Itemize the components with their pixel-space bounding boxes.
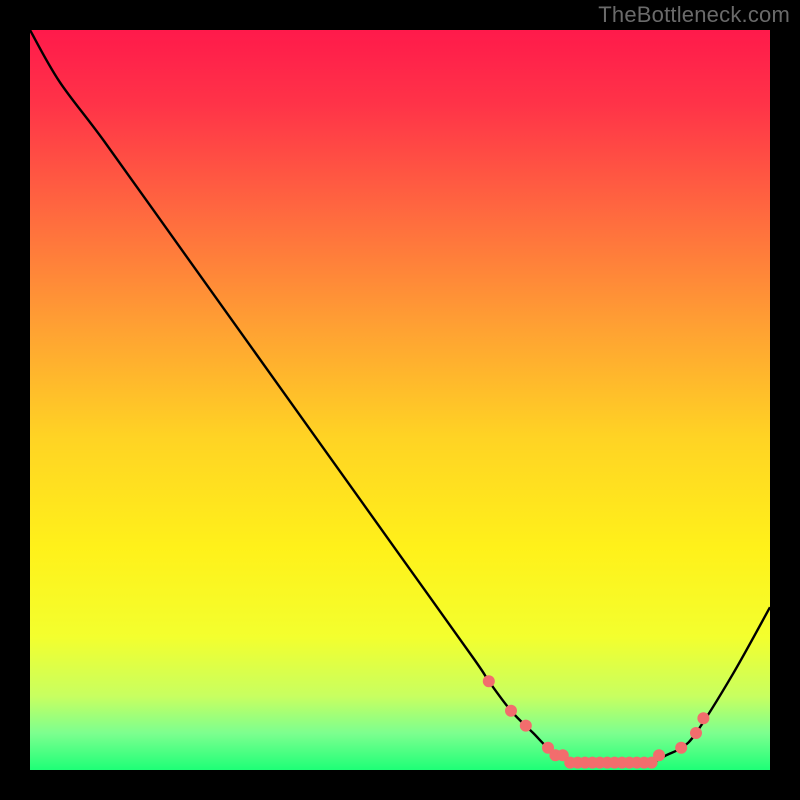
marker-dot [653, 749, 665, 761]
marker-dot [690, 727, 702, 739]
bottleneck-curve [30, 30, 770, 763]
plot-area [30, 30, 770, 770]
marker-dot [483, 675, 495, 687]
marker-dot [505, 705, 517, 717]
chart-frame: TheBottleneck.com [0, 0, 800, 800]
marker-dot [697, 712, 709, 724]
curve-layer [30, 30, 770, 770]
highlight-markers [483, 675, 710, 768]
marker-dot [520, 720, 532, 732]
marker-dot [675, 742, 687, 754]
watermark-text: TheBottleneck.com [598, 2, 790, 28]
